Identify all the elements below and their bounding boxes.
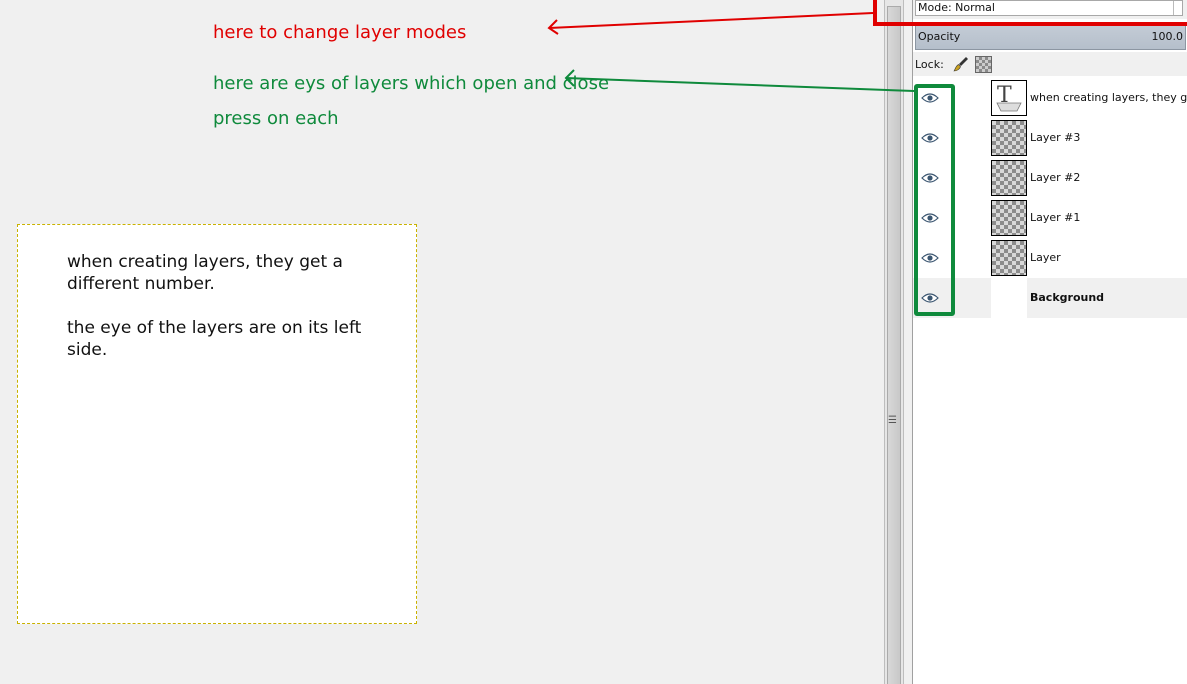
grip-icon[interactable]: ☰ xyxy=(888,416,897,426)
green-arrow xyxy=(564,69,915,92)
layer-name[interactable]: Background xyxy=(1030,291,1104,304)
image-canvas[interactable]: when creating layers, they get a differe… xyxy=(17,224,417,624)
screen-root: here to change layer modes here are eys … xyxy=(0,0,1187,684)
press-annotation: press on each xyxy=(213,108,339,129)
canvas-text-line-2: the eye of the layers are on its left si… xyxy=(67,318,362,360)
lock-row: Lock: xyxy=(913,52,1187,76)
eyes-highlight-box xyxy=(914,84,955,316)
layer-name[interactable]: Layer #2 xyxy=(1030,171,1080,184)
layer-thumbnail[interactable] xyxy=(991,240,1027,276)
text-base-icon xyxy=(996,102,1022,112)
layer-name[interactable]: Layer #1 xyxy=(1030,211,1080,224)
layer-thumbnail[interactable] xyxy=(991,278,1027,318)
vertical-scrollbar[interactable]: ☰ xyxy=(884,0,904,684)
opacity-label: Opacity xyxy=(918,30,961,43)
eyes-annotation: here are eys of layers which open and cl… xyxy=(213,73,610,94)
layer-thumbnail[interactable] xyxy=(991,160,1027,196)
layer-name[interactable]: Layer #3 xyxy=(1030,131,1080,144)
layer-thumbnail[interactable] xyxy=(991,120,1027,156)
canvas-text-line-1: when creating layers, they get a differe… xyxy=(67,252,343,294)
mode-annotation: here to change layer modes xyxy=(213,22,467,43)
opacity-slider[interactable]: Opacity 100.0 xyxy=(915,24,1186,50)
red-arrow xyxy=(547,12,874,35)
layer-name[interactable]: Layer xyxy=(1030,251,1061,264)
paintbrush-icon[interactable] xyxy=(953,56,969,72)
layer-name[interactable]: when creating layers, they get xyxy=(1030,91,1187,104)
checkerboard-icon[interactable] xyxy=(975,56,992,73)
opacity-value[interactable]: 100.0 xyxy=(1152,30,1184,43)
lock-label: Lock: xyxy=(915,58,944,71)
canvas-text-layer: when creating layers, they get a differe… xyxy=(67,251,377,383)
scrollbar-thumb[interactable] xyxy=(887,6,901,684)
mode-highlight-box xyxy=(873,0,1187,26)
text-layer-icon[interactable]: T xyxy=(991,80,1027,116)
layer-thumbnail[interactable] xyxy=(991,200,1027,236)
